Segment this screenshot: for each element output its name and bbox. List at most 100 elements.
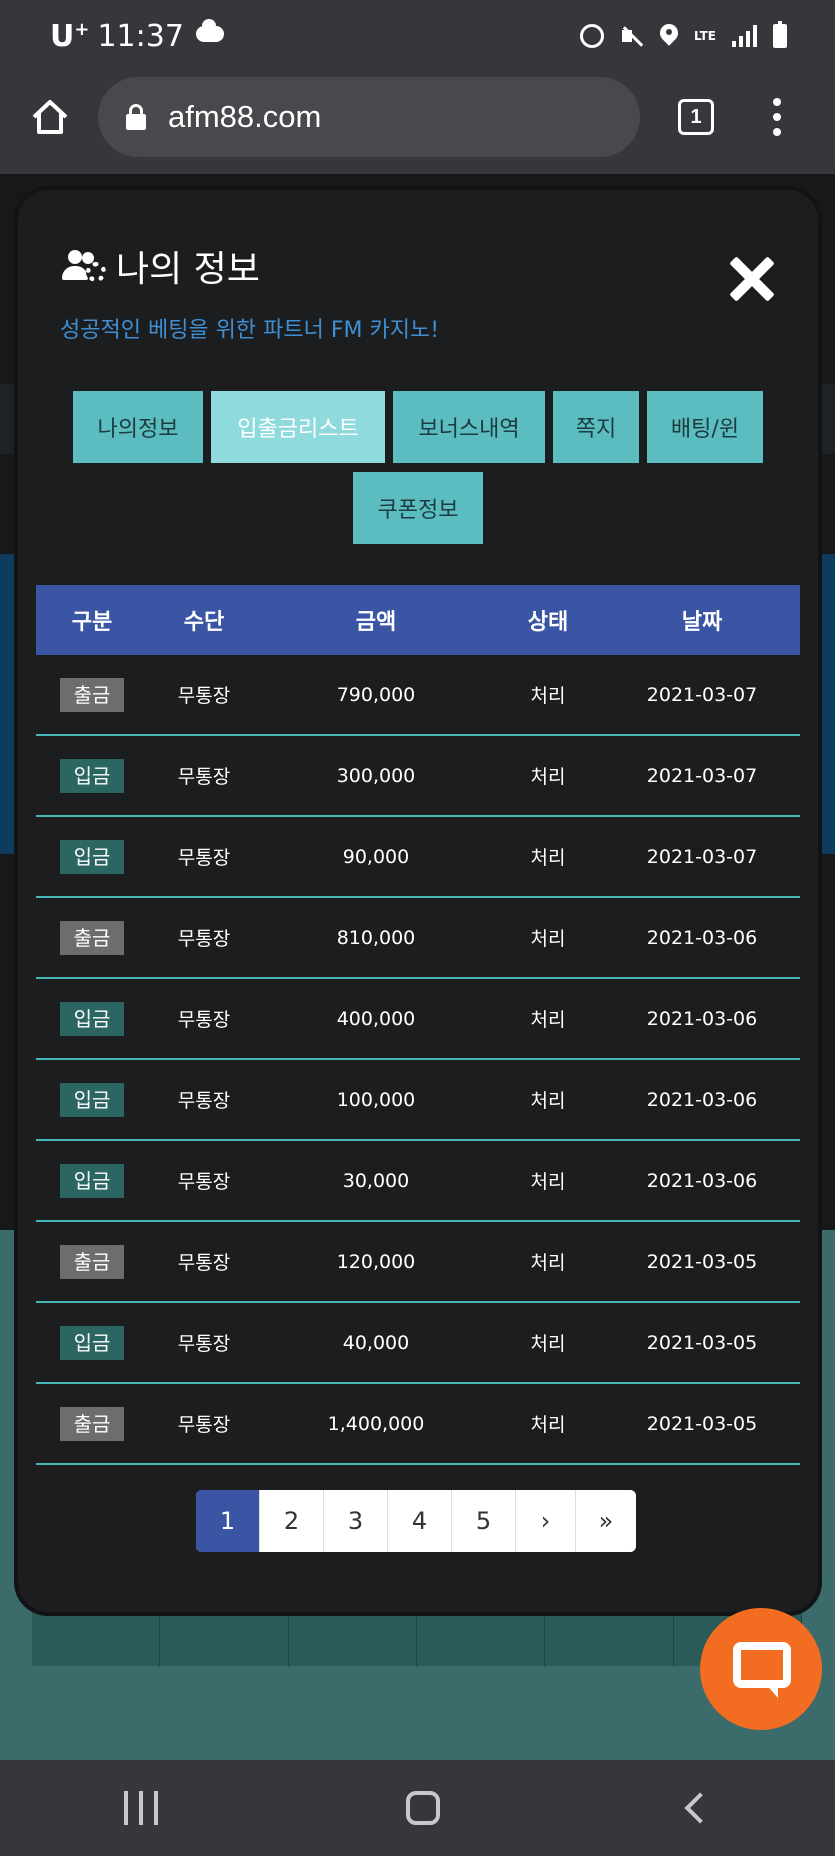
url-text: afm88.com bbox=[168, 99, 322, 134]
table-row: 입금 무통장 40,000 처리 2021-03-05 bbox=[36, 1303, 800, 1384]
tab-row-2: 쿠폰정보 bbox=[18, 472, 818, 544]
transaction-table: 구분 수단 금액 상태 날짜 출금 무통장 790,000 처리 2021-03-07 입… bbox=[36, 585, 800, 1465]
more-menu-icon[interactable] bbox=[772, 98, 782, 136]
date-cell: 2021-03-06 bbox=[646, 1007, 758, 1030]
method-cell: 무통장 bbox=[177, 1090, 231, 1112]
table-row: 입금 무통장 400,000 처리 2021-03-06 bbox=[36, 979, 800, 1060]
amount-cell: 90,000 bbox=[342, 845, 410, 868]
type-badge: 입금 bbox=[60, 1163, 124, 1198]
modal-title: 나의 정보 bbox=[116, 249, 260, 290]
battery-icon bbox=[773, 21, 787, 48]
type-badge: 입금 bbox=[60, 758, 124, 793]
status-cell: 처리 bbox=[530, 1333, 566, 1355]
browser-toolbar: afm88.com 1 bbox=[0, 72, 835, 174]
method-cell: 무통장 bbox=[177, 928, 231, 950]
users-cog-icon bbox=[60, 248, 108, 284]
type-badge: 출금 bbox=[60, 1406, 124, 1441]
address-bar[interactable]: afm88.com bbox=[98, 77, 640, 157]
method-cell: 무통장 bbox=[177, 766, 231, 788]
status-cell: 처리 bbox=[530, 1090, 566, 1112]
back-icon[interactable] bbox=[684, 1792, 716, 1824]
modal-header: 나의 정보 성공적인 베팅을 위한 파트너 FM 카지노! bbox=[60, 240, 439, 344]
status-cell: 처리 bbox=[530, 685, 566, 707]
table-body: 출금 무통장 790,000 처리 2021-03-07 입금 무통장 300,000 처리 20… bbox=[36, 655, 800, 1465]
table-row: 입금 무통장 90,000 처리 2021-03-07 bbox=[36, 817, 800, 898]
next-page-button[interactable]: › bbox=[516, 1490, 576, 1552]
type-cell: 입금 bbox=[36, 1325, 148, 1360]
tab-coupon-info[interactable]: 쿠폰정보 bbox=[353, 472, 483, 544]
amount-cell: 400,000 bbox=[336, 1007, 416, 1030]
amount-cell: 30,000 bbox=[342, 1169, 410, 1192]
page-5-button[interactable]: 5 bbox=[452, 1490, 516, 1552]
amount-cell: 100,000 bbox=[336, 1088, 416, 1111]
date-cell: 2021-03-06 bbox=[646, 926, 758, 949]
status-cell: 처리 bbox=[530, 1414, 566, 1436]
tab-bonus-history[interactable]: 보너스내역 bbox=[393, 391, 545, 463]
tab-my-info[interactable]: 나의정보 bbox=[73, 391, 203, 463]
method-cell: 무통장 bbox=[177, 1171, 231, 1193]
system-nav-bar bbox=[0, 1760, 835, 1856]
header-date: 날짜 bbox=[681, 610, 723, 635]
amount-cell: 810,000 bbox=[336, 926, 416, 949]
tab-row-1: 나의정보 입출금리스트 보너스내역 쪽지 배팅/윈 bbox=[18, 391, 818, 463]
status-right: LTE bbox=[579, 21, 787, 48]
status-cell: 처리 bbox=[530, 766, 566, 788]
type-badge: 입금 bbox=[60, 1082, 124, 1117]
carrier-label: U+ bbox=[50, 18, 90, 54]
type-cell: 입금 bbox=[36, 758, 148, 793]
chat-bubble-icon bbox=[733, 1642, 791, 1688]
page-4-button[interactable]: 4 bbox=[388, 1490, 452, 1552]
clock: 11:37 bbox=[97, 18, 184, 54]
method-cell: 무통장 bbox=[177, 685, 231, 707]
modal-subtitle: 성공적인 베팅을 위한 파트너 FM 카지노! bbox=[60, 318, 440, 343]
table-row: 출금 무통장 120,000 처리 2021-03-05 bbox=[36, 1222, 800, 1303]
network-label: LTE bbox=[693, 29, 716, 43]
type-cell: 출금 bbox=[36, 1406, 148, 1441]
header-status: 상태 bbox=[527, 610, 569, 635]
type-cell: 입금 bbox=[36, 1001, 148, 1036]
home-icon[interactable] bbox=[30, 97, 70, 137]
header-amount: 금액 bbox=[355, 610, 397, 635]
type-cell: 입금 bbox=[36, 839, 148, 874]
close-button[interactable] bbox=[728, 255, 776, 303]
live-chat-button[interactable] bbox=[700, 1608, 822, 1730]
recents-icon[interactable] bbox=[124, 1791, 159, 1825]
tab-deposit-withdraw-list[interactable]: 입출금리스트 bbox=[211, 391, 385, 463]
pagination: 1 2 3 4 5 › » bbox=[196, 1490, 636, 1552]
tab-switcher-button[interactable]: 1 bbox=[678, 99, 714, 135]
page-3-button[interactable]: 3 bbox=[324, 1490, 388, 1552]
amount-cell: 40,000 bbox=[342, 1331, 410, 1354]
date-cell: 2021-03-07 bbox=[646, 845, 758, 868]
table-row: 입금 무통장 30,000 처리 2021-03-06 bbox=[36, 1141, 800, 1222]
home-nav-icon[interactable] bbox=[406, 1791, 441, 1825]
tab-messages[interactable]: 쪽지 bbox=[553, 391, 639, 463]
date-cell: 2021-03-06 bbox=[646, 1088, 758, 1111]
type-badge: 입금 bbox=[60, 1325, 124, 1360]
method-cell: 무통장 bbox=[177, 847, 231, 869]
header-method: 수단 bbox=[183, 610, 225, 635]
type-badge: 입금 bbox=[60, 1001, 124, 1036]
page-1-button[interactable]: 1 bbox=[196, 1490, 260, 1552]
date-cell: 2021-03-07 bbox=[646, 683, 758, 706]
date-cell: 2021-03-05 bbox=[646, 1412, 758, 1435]
status-cell: 처리 bbox=[530, 928, 566, 950]
location-icon bbox=[660, 24, 678, 48]
type-badge: 입금 bbox=[60, 839, 124, 874]
last-page-button[interactable]: » bbox=[576, 1490, 636, 1552]
date-cell: 2021-03-07 bbox=[646, 764, 758, 787]
lock-icon bbox=[126, 104, 146, 130]
table-row: 출금 무통장 1,400,000 처리 2021-03-05 bbox=[36, 1384, 800, 1465]
header-type: 구분 bbox=[71, 610, 113, 635]
table-row: 출금 무통장 810,000 처리 2021-03-06 bbox=[36, 898, 800, 979]
date-cell: 2021-03-05 bbox=[646, 1331, 758, 1354]
type-cell: 입금 bbox=[36, 1163, 148, 1198]
my-info-modal: 나의 정보 성공적인 베팅을 위한 파트너 FM 카지노! 나의정보 입출금리스… bbox=[18, 190, 818, 1612]
tab-betting-win[interactable]: 배팅/윈 bbox=[647, 391, 763, 463]
status-cell: 처리 bbox=[530, 1171, 566, 1193]
amount-cell: 790,000 bbox=[336, 683, 416, 706]
alarm-icon bbox=[579, 24, 604, 48]
type-badge: 출금 bbox=[60, 920, 124, 955]
date-cell: 2021-03-05 bbox=[646, 1250, 758, 1273]
date-cell: 2021-03-06 bbox=[646, 1169, 758, 1192]
page-2-button[interactable]: 2 bbox=[260, 1490, 324, 1552]
